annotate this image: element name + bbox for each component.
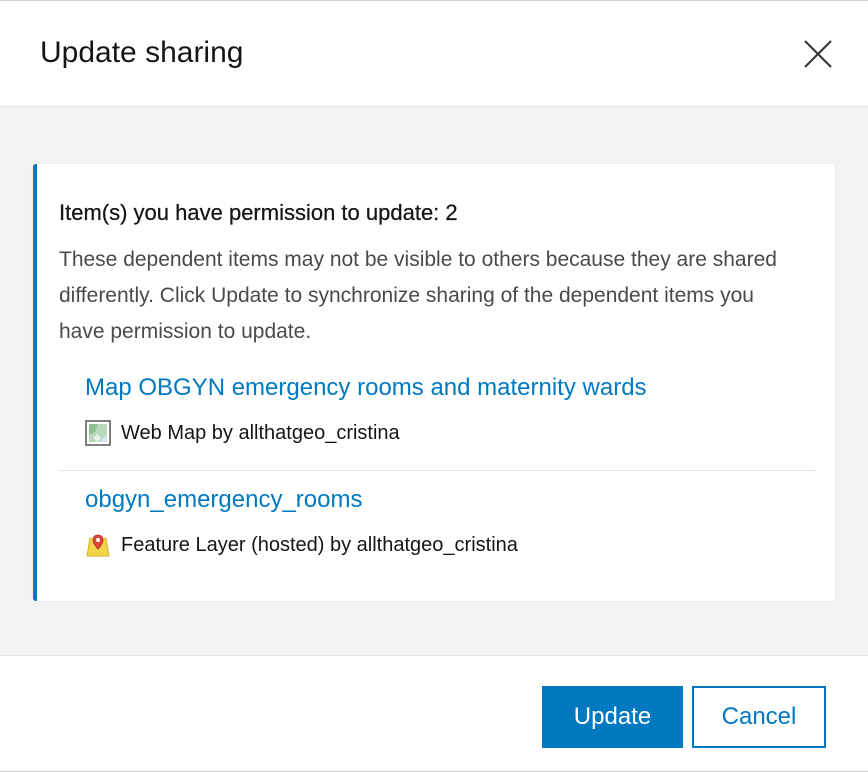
- item-title-link[interactable]: obgyn_emergency_rooms: [85, 486, 518, 514]
- close-icon: [804, 39, 832, 68]
- item-title-link[interactable]: Map OBGYN emergency rooms and maternity …: [85, 374, 647, 402]
- update-sharing-dialog: Update sharing Item(s) you have permissi…: [0, 0, 868, 772]
- permission-notice-card: Item(s) you have permission to update: 2…: [33, 164, 835, 601]
- item-divider: [59, 470, 815, 471]
- feature-layer-icon: [86, 534, 110, 557]
- item-meta-text: Web Map by allthatgeo_cristina: [121, 421, 400, 444]
- dialog-title: Update sharing: [40, 35, 244, 69]
- dialog-body: Item(s) you have permission to update: 2…: [0, 107, 868, 655]
- list-item: Map OBGYN emergency rooms and maternity …: [85, 374, 647, 446]
- item-meta: Feature Layer (hosted) by allthatgeo_cri…: [85, 532, 518, 558]
- item-meta-text: Feature Layer (hosted) by allthatgeo_cri…: [121, 533, 518, 556]
- dialog-footer: Update Cancel: [0, 655, 868, 771]
- dialog-header: Update sharing: [0, 1, 868, 107]
- cancel-button[interactable]: Cancel: [692, 686, 826, 748]
- card-description: These dependent items may not be visible…: [59, 248, 777, 343]
- web-map-icon: [85, 420, 111, 446]
- update-button[interactable]: Update: [542, 686, 683, 748]
- card-heading: Item(s) you have permission to update: 2: [59, 200, 458, 225]
- list-item: obgyn_emergency_rooms Feature Layer (hos…: [85, 486, 518, 558]
- item-meta: Web Map by allthatgeo_cristina: [85, 420, 647, 446]
- close-button[interactable]: [800, 36, 836, 72]
